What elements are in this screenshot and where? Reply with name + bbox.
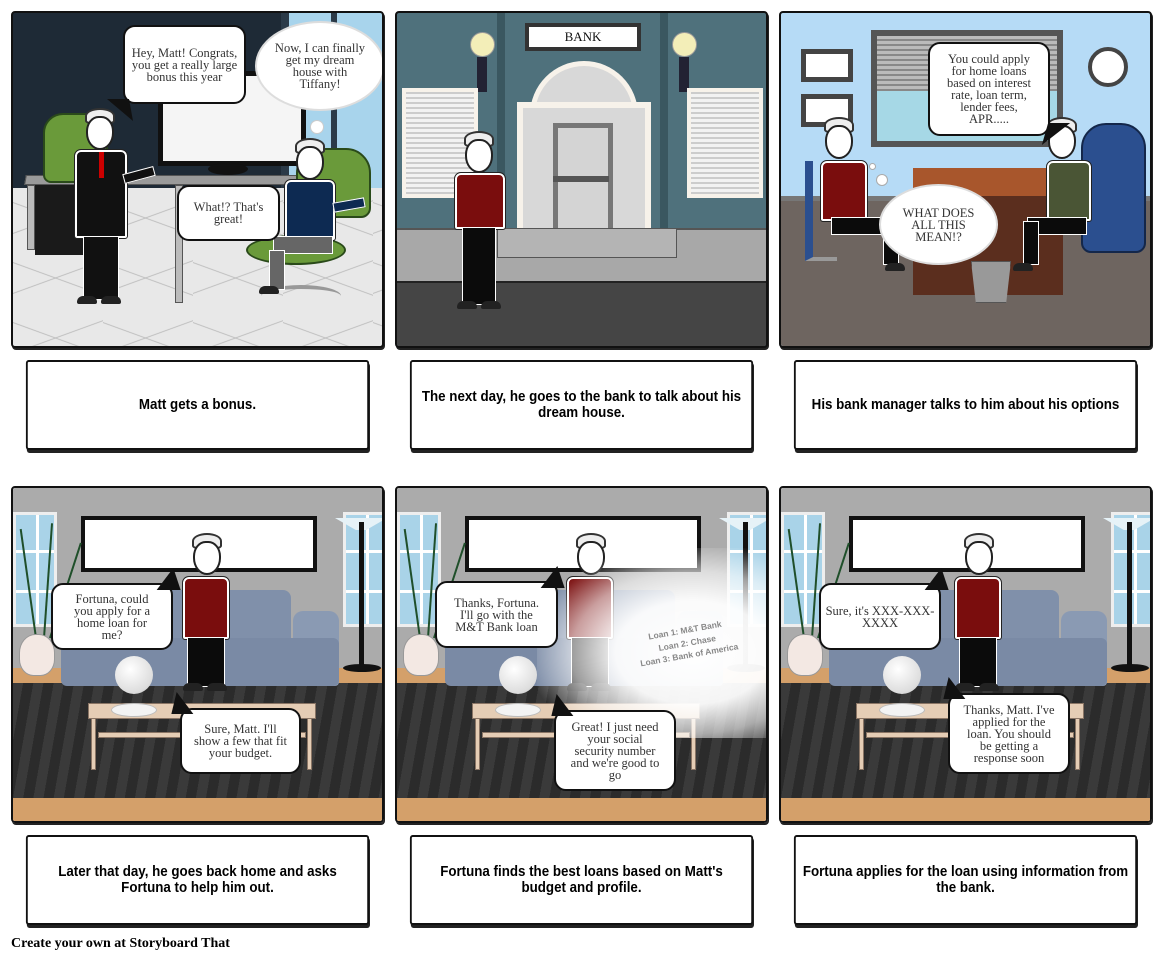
speech-bubble-matt: Sure, it's XXX-XXX-XXXX [819, 583, 941, 650]
panel-5-living-room-scene: Loan 1: M&T Bank Loan 2: Chase Loan 3: B… [395, 486, 768, 823]
caption-panel-3: His bank manager talks to him about his … [793, 360, 1138, 450]
door-handle-bar [553, 176, 609, 182]
speech-bubble-matt: Thanks, Fortuna. I'll go with the M&T Ba… [435, 581, 558, 648]
panel-6-living-room-scene: Sure, it's XXX-XXX-XXXX Thanks, Matt. I'… [779, 486, 1152, 823]
storyboard-that-credit-link[interactable]: Create your own at Storyboard That [11, 936, 230, 952]
floor-lamp-base [1111, 664, 1149, 672]
matt-character [454, 131, 506, 316]
floor-lamp-base [343, 664, 381, 672]
desk-leg [27, 185, 35, 250]
floor-lamp [359, 522, 364, 672]
boss-arm [122, 166, 156, 184]
thought-dot [311, 121, 323, 133]
matt-character [182, 533, 233, 693]
lamp-left-post [477, 57, 487, 92]
boss-character [74, 108, 156, 308]
matt-shin [269, 250, 285, 290]
speech-bubble-matt: What!? That's great! [177, 185, 280, 241]
table-leg [307, 718, 312, 770]
caption-panel-5: Fortuna finds the best loans based on Ma… [409, 835, 754, 925]
fortuna-ai-orb [499, 656, 537, 694]
speech-bubble-matt: Fortuna, could you apply for a home loan… [51, 583, 173, 650]
caption-panel-2: The next day, he goes to the bank to tal… [409, 360, 754, 450]
thought-bubble-matt: WHAT DOES ALL THIS MEAN!? [881, 186, 996, 263]
lamp-right-post [679, 57, 689, 92]
panel-1-office-scene: Hey, Matt! Congrats, you get a really la… [11, 11, 384, 348]
fortuna-base-dish [495, 703, 541, 717]
monitor-stand [208, 163, 248, 175]
fortuna-ai-orb [883, 656, 921, 694]
floor-lamp [1127, 522, 1132, 672]
table-leg [1075, 718, 1080, 770]
wall-clock [1088, 47, 1128, 87]
bank-sign: BANK [525, 23, 641, 51]
caption-panel-4: Later that day, he goes back home and as… [25, 835, 370, 925]
fortuna-ai-orb [115, 656, 153, 694]
caption-panel-1: Matt gets a bonus. [25, 360, 370, 450]
fortuna-base-dish [879, 703, 925, 717]
picture-frame [801, 49, 853, 82]
red-tie [99, 152, 104, 178]
panel-4-living-room-scene: Fortuna, could you apply for a home loan… [11, 486, 384, 823]
matt-character [954, 533, 1005, 693]
lamp-right [672, 32, 697, 57]
street [397, 281, 766, 346]
fortuna-base-dish [111, 703, 157, 717]
manager-shin [1023, 221, 1039, 265]
table-leg [475, 718, 480, 770]
thought-bubble-matt: Now, I can finally get my dream house wi… [257, 23, 382, 109]
step [497, 228, 677, 258]
panel-3-bank-office-scene: You could apply for home loans based on … [779, 11, 1152, 348]
speech-bubble-fortuna: Great! I just need your social security … [554, 710, 676, 791]
lamp-left [470, 32, 495, 57]
plant-pot [403, 634, 439, 676]
panel-2-bank-scene: BANK [395, 11, 768, 348]
speech-bubble-boss: Hey, Matt! Congrats, you get a really la… [123, 25, 246, 104]
matt-thigh [831, 217, 887, 235]
speech-bubble-manager: You could apply for home loans based on … [928, 42, 1050, 136]
thought-dot [877, 175, 887, 185]
table-leg [91, 718, 96, 770]
window-right [687, 88, 763, 198]
plant-pot [19, 634, 55, 676]
matt-arm [332, 197, 366, 213]
caption-panel-6: Fortuna applies for the loan using infor… [793, 835, 1138, 925]
speech-bubble-fortuna: Sure, Matt. I'll show a few that fit you… [180, 708, 301, 774]
table-leg [859, 718, 864, 770]
bank-pillar-right [660, 13, 668, 243]
speech-bubble-fortuna: Thanks, Matt. I've applied for the loan.… [948, 693, 1070, 774]
plant-pot [787, 634, 823, 676]
thought-dot [870, 164, 875, 169]
